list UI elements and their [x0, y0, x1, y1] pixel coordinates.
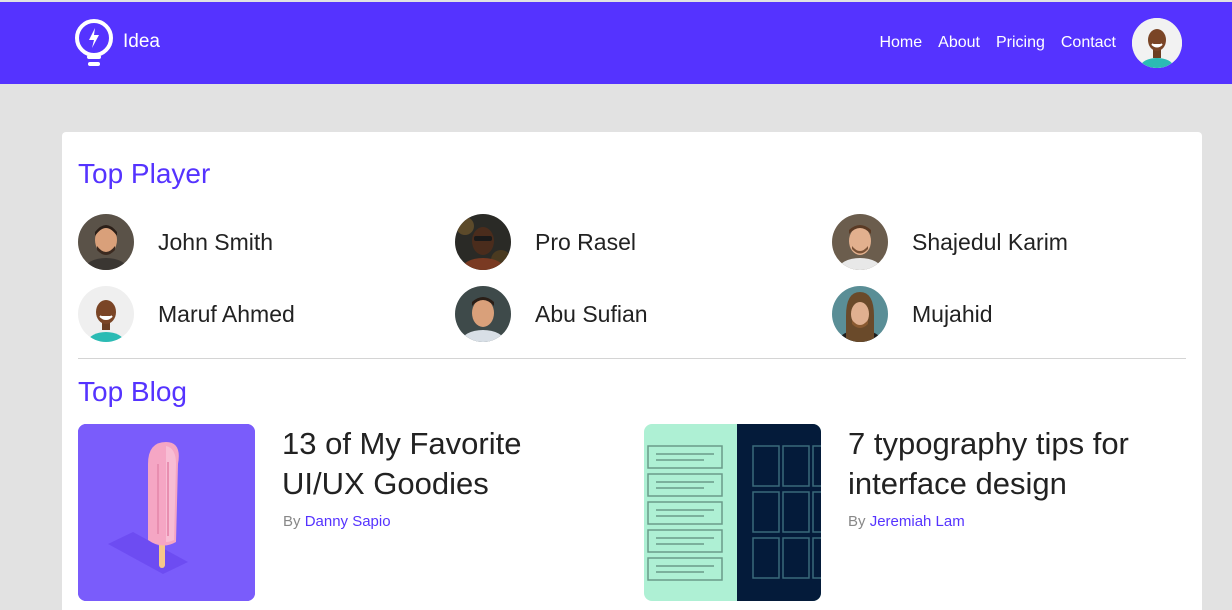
user-avatar[interactable] [1132, 18, 1182, 68]
player-item[interactable]: Maruf Ahmed [78, 286, 295, 342]
player-avatar [832, 214, 888, 270]
nav-link-about[interactable]: About [938, 34, 980, 52]
player-item[interactable]: Abu Sufian [455, 286, 648, 342]
player-item[interactable]: Pro Rasel [455, 214, 636, 270]
player-name: John Smith [158, 228, 274, 255]
nav-link-contact[interactable]: Contact [1061, 34, 1116, 52]
blog-by-label: By [283, 513, 301, 530]
nav-links: Home About Pricing Contact [879, 34, 1116, 52]
blog-author-link[interactable]: Jeremiah Lam [870, 513, 965, 530]
blog-byline: By Jeremiah Lam [848, 513, 965, 530]
player-item[interactable]: Mujahid [832, 286, 993, 342]
navbar: Idea Home About Pricing Contact [0, 2, 1232, 84]
player-item[interactable]: Shajedul Karim [832, 214, 1068, 270]
player-avatar [455, 286, 511, 342]
lightbulb-logo-icon [75, 19, 113, 66]
blog-thumbnail[interactable] [78, 424, 255, 601]
player-name: Maruf Ahmed [158, 300, 295, 327]
player-avatar [832, 286, 888, 342]
brand-name: Idea [123, 31, 160, 52]
player-name: Shajedul Karim [912, 228, 1068, 255]
blog-title[interactable]: 7 typography tips for interface design [848, 424, 1178, 504]
blog-by-label: By [848, 513, 866, 530]
blog-title[interactable]: 13 of My Favorite UI/UX Goodies [282, 424, 612, 504]
content-card: Top Player John Smith Pro Rasel Shajedul… [62, 132, 1202, 610]
player-item[interactable]: John Smith [78, 214, 273, 270]
blog-byline: By Danny Sapio [283, 513, 391, 530]
popsicle-image [78, 424, 255, 601]
brand[interactable]: Idea [73, 18, 160, 70]
blog-thumbnail[interactable] [644, 424, 821, 601]
section-divider [78, 358, 1186, 359]
top-blog-heading: Top Blog [78, 376, 187, 407]
player-avatar [455, 214, 511, 270]
user-avatar-image [1132, 18, 1182, 68]
player-name: Pro Rasel [535, 228, 636, 255]
top-player-heading: Top Player [78, 158, 211, 189]
player-name: Abu Sufian [535, 300, 648, 327]
typography-image [644, 424, 821, 601]
player-avatar [78, 286, 134, 342]
nav-link-home[interactable]: Home [879, 34, 922, 52]
blog-author-link[interactable]: Danny Sapio [305, 513, 391, 530]
player-avatar [78, 214, 134, 270]
nav-link-pricing[interactable]: Pricing [996, 34, 1045, 52]
player-name: Mujahid [912, 300, 993, 327]
